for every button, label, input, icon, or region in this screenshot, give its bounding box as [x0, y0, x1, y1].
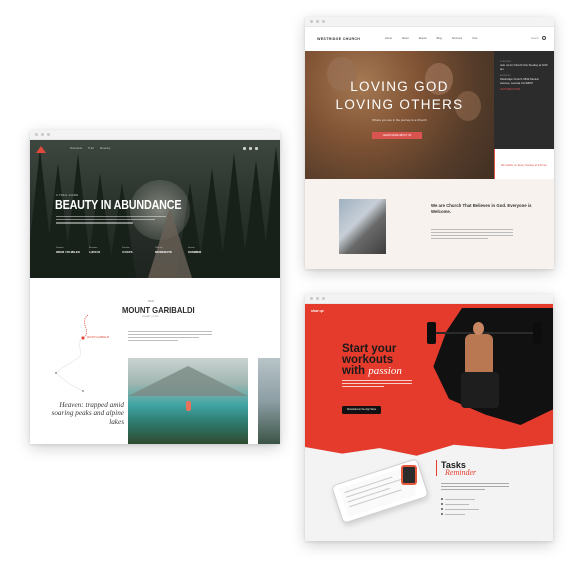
nav-item[interactable]: Events: [419, 37, 427, 40]
headline-script: passion: [368, 365, 402, 378]
list-item: [441, 508, 501, 510]
top-nav: Overview Trail Itinerary: [70, 147, 111, 150]
welcome-section: We are Church That Believes in God. Ever…: [305, 179, 554, 269]
smartwatch-image: [401, 465, 417, 485]
handshake-image: [339, 199, 386, 254]
stat-item: Distance 90KM / 56 MILES: [56, 247, 80, 254]
next-image-preview[interactable]: [258, 358, 280, 444]
window-dot[interactable]: [41, 133, 44, 136]
learn-more-button[interactable]: LEARN MORE ABOUT US: [372, 132, 422, 139]
stat-item: Duration 3 DAYS: [122, 247, 133, 254]
trail-stats: Distance 90KM / 56 MILES Elevation 1,800…: [56, 247, 214, 254]
search-label: Search: [530, 36, 539, 40]
lake-hiker-image[interactable]: [128, 358, 248, 444]
hero-title: BEAUTY IN ABUNDANCE: [55, 198, 182, 212]
accent-bar: [436, 460, 438, 476]
window-dot[interactable]: [322, 20, 325, 23]
nav-item[interactable]: Give: [472, 37, 477, 40]
hero-people-image: LOVING GOD LOVING OTHERS Where you are i…: [305, 51, 494, 179]
stat-item: Season SUMMER: [188, 247, 202, 254]
peak-title: MOUNT GARIBALDI: [122, 305, 195, 315]
nav-item[interactable]: Trail: [88, 147, 94, 150]
hero-heading-line-1: LOVING GOD: [350, 79, 449, 94]
nav-item[interactable]: About: [402, 37, 409, 40]
map-label: MOUNT GARIBALDI: [87, 336, 110, 339]
welcome-heading: We are Church That Believes in God. Ever…: [431, 203, 532, 214]
athlete-head: [473, 322, 484, 335]
search-icon[interactable]: [542, 36, 546, 40]
tasks-section: Tasks Reminder: [305, 436, 553, 541]
window-dot[interactable]: [310, 297, 313, 300]
trail-map: [55, 314, 89, 392]
peak-section: PEAK MOUNT GARIBALDI SUMMIT 2,678M MOUNT…: [30, 278, 280, 444]
schedule-note: We Gather on Every Sunday at 9:00 am and…: [494, 149, 554, 185]
site-brand[interactable]: WESTRIDGE CHURCH: [317, 37, 360, 41]
barbell-plate: [427, 322, 436, 344]
hiking-site-window: Overview Trail Itinerary A TRAIL GUIDE B…: [30, 130, 280, 444]
hero-heading-line-2: LOVING OTHERS: [335, 97, 464, 112]
window-dot[interactable]: [316, 20, 319, 23]
hero-paragraph: [56, 216, 166, 226]
nav-item[interactable]: Overview: [70, 147, 82, 150]
info-text: Join us for Church this Sunday at 9:00 a…: [500, 63, 548, 71]
stat-item: Elevation 1,800 M: [89, 247, 100, 254]
social-icon[interactable]: [255, 147, 258, 150]
athlete-image: [465, 334, 493, 374]
hero-kicker: A TRAIL GUIDE: [56, 194, 79, 197]
church-site-window: WESTRIDGE CHURCH Home About Events Blog …: [305, 17, 554, 269]
list-item: [441, 513, 501, 515]
browser-chrome: [305, 294, 553, 304]
site-logo[interactable]: slow up: [311, 309, 324, 313]
athlete-legs: [461, 372, 499, 408]
quote-caption: Heaven: trapped amid soaring peaks and a…: [51, 401, 124, 426]
fitness-hero: slow up Home Features Pricing Start your…: [305, 304, 553, 438]
hero-headline: Start your workouts with passion: [342, 343, 402, 378]
directions-link[interactable]: GET DIRECTIONS: [500, 88, 548, 91]
headline-line: with: [342, 365, 365, 378]
nav-item[interactable]: Itinerary: [100, 147, 111, 150]
tasks-script: Reminder: [445, 468, 477, 477]
peak-description: [128, 331, 212, 343]
stat-item: Difficulty MODERATE: [155, 247, 172, 254]
barbell-plate: [533, 322, 542, 344]
welcome-paragraph: [431, 229, 513, 241]
browser-chrome: [30, 130, 280, 140]
info-text: Westridge Church 1862 Mental Avenue, Lac…: [500, 77, 539, 85]
peak-subtitle: SUMMIT 2,678M: [142, 316, 159, 318]
window-dot[interactable]: [316, 297, 319, 300]
red-wave-divider: [305, 436, 553, 456]
hero-forest-image: Overview Trail Itinerary A TRAIL GUIDE B…: [30, 140, 280, 278]
top-nav: WESTRIDGE CHURCH Home About Events Blog …: [305, 27, 554, 51]
tasks-list: [441, 498, 501, 518]
list-item: [441, 503, 501, 505]
hero-paragraph: [342, 380, 412, 389]
social-icons: [243, 147, 258, 150]
browser-chrome: [305, 17, 554, 27]
tasks-paragraph: [441, 483, 509, 492]
app-store-button[interactable]: Download on the App Store: [342, 406, 381, 414]
peak-kicker: PEAK: [148, 301, 155, 303]
nav-item[interactable]: Sermons: [452, 37, 462, 40]
search-box[interactable]: Search: [531, 36, 546, 40]
window-dot[interactable]: [322, 297, 325, 300]
window-dot[interactable]: [47, 133, 50, 136]
social-icon[interactable]: [243, 147, 246, 150]
nav-item[interactable]: Blog: [437, 37, 442, 40]
hero-tagline: Where you are in the journey is a Church: [372, 118, 427, 122]
info-sidebar: PLANNING Join us for Church this Sunday …: [494, 51, 554, 149]
fitness-app-window: slow up Home Features Pricing Start your…: [305, 294, 553, 541]
nav-item[interactable]: Home: [385, 37, 392, 40]
social-icon[interactable]: [249, 147, 252, 150]
mountain-logo-icon[interactable]: [36, 146, 46, 153]
window-dot[interactable]: [310, 20, 313, 23]
window-dot[interactable]: [35, 133, 38, 136]
list-item: [441, 498, 501, 500]
